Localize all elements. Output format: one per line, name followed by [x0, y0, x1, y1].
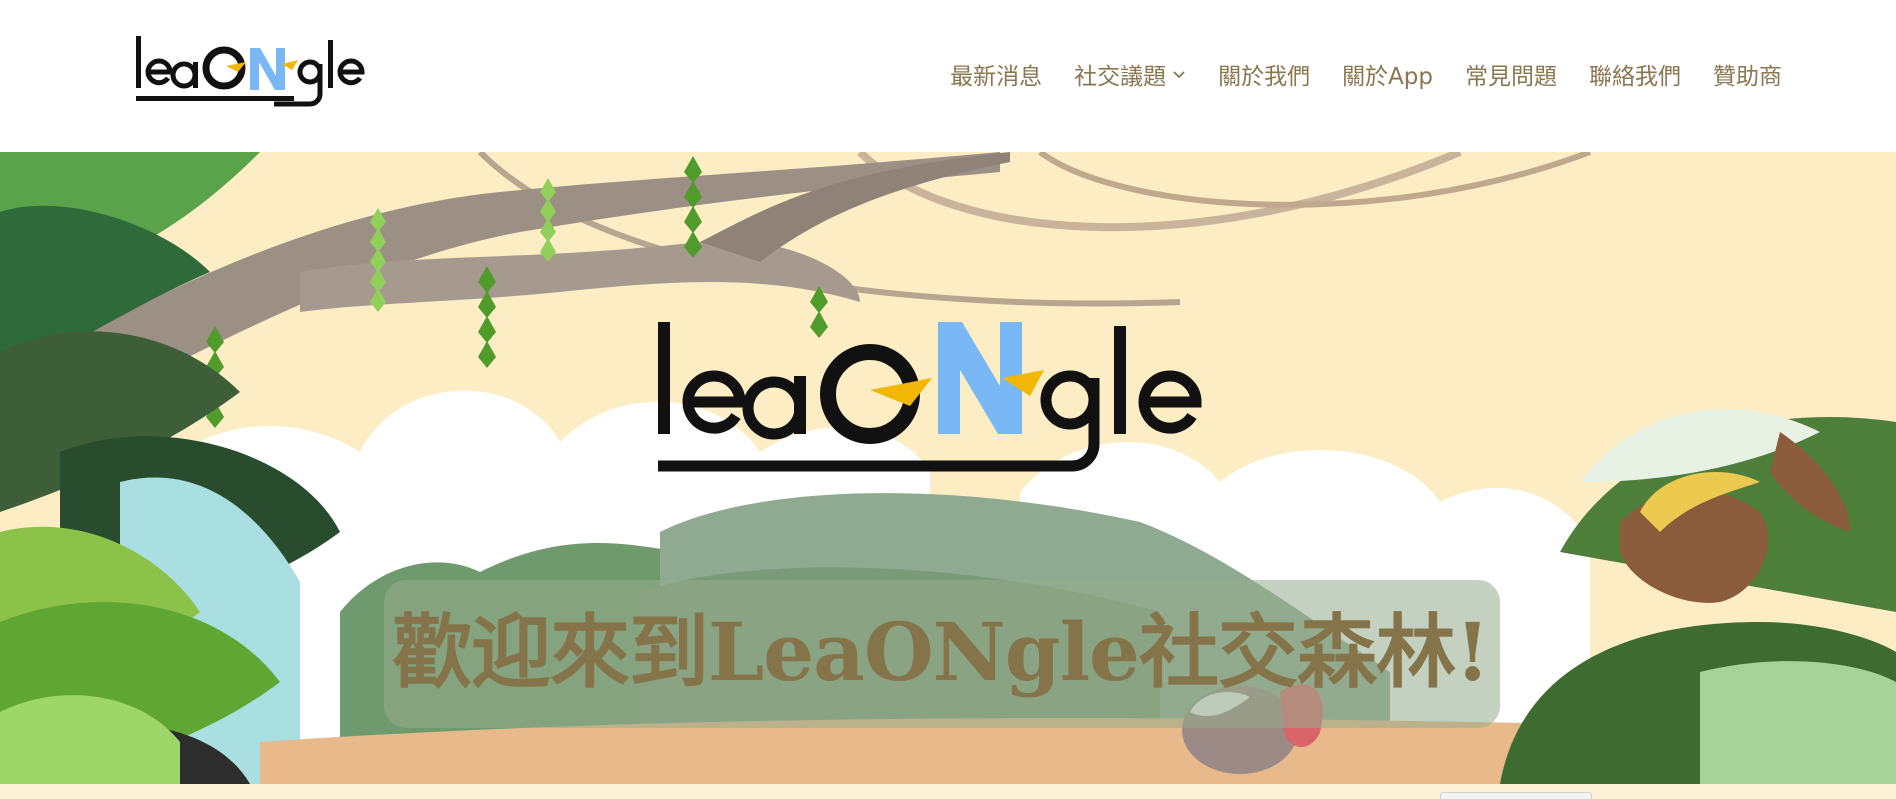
site-logo[interactable] — [132, 28, 382, 108]
nav-item-social-issues[interactable]: 社交議題 — [1058, 57, 1202, 91]
nav-item-contact[interactable]: 聯絡我們 — [1573, 57, 1697, 91]
nav-item-label: 贊助商 — [1713, 64, 1782, 90]
nav-item-label: 聯絡我們 — [1589, 64, 1681, 90]
nav-item-label: 社交議題 — [1074, 64, 1167, 90]
welcome-heading: 歡迎來到LeaONgle社交森林! — [392, 605, 1490, 699]
leaongle-logo-icon — [658, 322, 1202, 472]
floating-tab[interactable] — [1440, 792, 1592, 799]
hero-banner: 歡迎來到LeaONgle社交森林! — [0, 152, 1896, 784]
hero-logo — [652, 312, 1238, 472]
nav-item-latest-news[interactable]: 最新消息 — [934, 57, 1058, 91]
nav-item-label: 關於App — [1342, 64, 1433, 90]
nav-item-label: 最新消息 — [950, 64, 1043, 90]
nav-item-label: 關於我們 — [1218, 64, 1311, 90]
site-header: 最新消息 社交議題 關於我們 關於App 常見問題 聯絡我們 贊助商 — [0, 0, 1896, 152]
nav-item-sponsors[interactable]: 贊助商 — [1697, 57, 1782, 91]
main-nav: 最新消息 社交議題 關於我們 關於App 常見問題 聯絡我們 贊助商 — [934, 54, 1782, 94]
nav-item-label: 常見問題 — [1465, 64, 1557, 90]
nav-item-faq[interactable]: 常見問題 — [1449, 57, 1573, 91]
nav-item-about-us[interactable]: 關於我們 — [1202, 57, 1326, 91]
chevron-down-icon — [1173, 71, 1185, 79]
content-edge — [0, 784, 1896, 799]
nav-item-about-app[interactable]: 關於App — [1326, 57, 1449, 91]
leaongle-logo-icon — [136, 36, 365, 107]
